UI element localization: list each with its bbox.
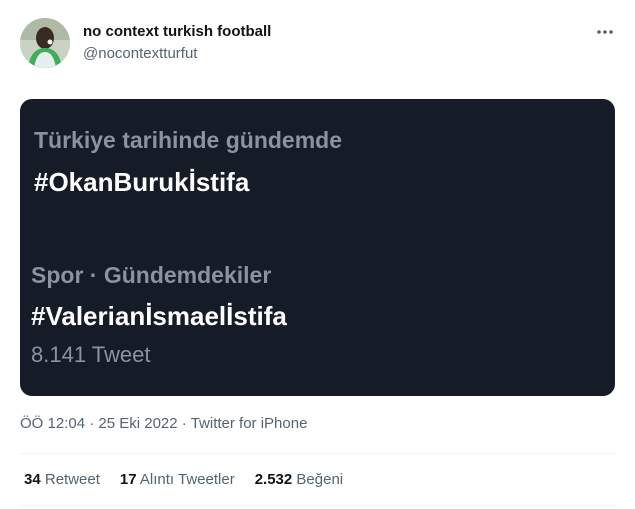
tweet-date[interactable]: 25 Eki 2022 <box>98 415 177 432</box>
avatar-image <box>20 18 70 68</box>
retweets-label: Retweet <box>44 471 100 488</box>
tweet-time[interactable]: ÖÖ 12:04 <box>20 415 85 432</box>
tweet: no context turkish football @nocontexttu… <box>0 0 635 509</box>
user-handle[interactable]: @nocontextturfut <box>83 44 271 63</box>
quotes-count: 17 <box>119 471 137 488</box>
likes-stat[interactable]: 2.532 Beğeni <box>255 471 343 488</box>
likes-count: 2.532 <box>254 471 293 488</box>
meta-separator: · <box>85 415 99 432</box>
tweet-author: no context turkish football @nocontexttu… <box>83 22 271 63</box>
quotes-label: Alıntı Tweetler <box>139 471 235 488</box>
tweet-metadata: ÖÖ 12:04 · 25 Eki 2022 · Twitter for iPh… <box>20 415 307 432</box>
avatar[interactable] <box>20 18 70 68</box>
divider <box>20 453 615 454</box>
tweet-source[interactable]: Twitter for iPhone <box>191 415 308 432</box>
retweets-count: 34 <box>24 471 41 488</box>
more-options-icon <box>597 30 613 34</box>
quotes-stat[interactable]: 17 Alıntı Tweetler <box>120 471 235 488</box>
retweets-stat[interactable]: 34 Retweet <box>24 471 100 488</box>
trend-category-text: Spor · Gündemdekiler <box>31 262 272 288</box>
meta-separator: · <box>177 415 191 432</box>
trend-tweet-count: 8.141 Tweet <box>31 342 151 367</box>
more-options-button[interactable] <box>590 20 620 44</box>
tweet-stats: 34 Retweet 17 Alıntı Tweetler 2.532 Beğe… <box>24 471 363 488</box>
likes-label: Beğeni <box>296 471 344 488</box>
trend-hashtag-2: #Valerianİsmaelİstifa <box>31 301 287 331</box>
divider <box>20 505 615 506</box>
display-name[interactable]: no context turkish football <box>83 22 271 41</box>
trend-hashtag-1: #OkanBurukİstifa <box>34 167 250 197</box>
trend-context-text: Türkiye tarihinde gündemde <box>34 127 342 153</box>
tweet-media-image[interactable]: Türkiye tarihinde gündemde #OkanBurukİst… <box>20 99 615 396</box>
